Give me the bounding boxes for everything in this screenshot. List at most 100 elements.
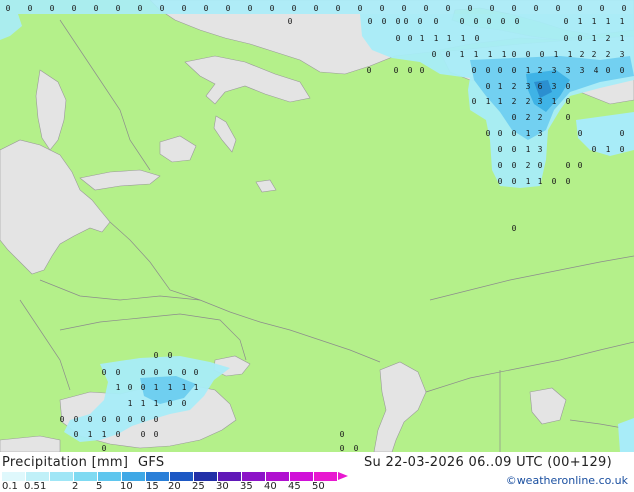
value-marker: 0 [382, 17, 387, 26]
value-marker: 3 [538, 129, 543, 138]
value-marker: 0 [358, 4, 363, 13]
value-marker: 0 [432, 50, 437, 59]
value-marker: 0 [368, 17, 373, 26]
value-marker: 0 [6, 4, 11, 13]
value-marker: 0 [367, 66, 372, 75]
value-marker: 0 [394, 66, 399, 75]
value-marker: 0 [50, 4, 55, 13]
value-marker: 0 [168, 368, 173, 377]
value-marker: 0 [204, 4, 209, 13]
value-marker: 0 [288, 17, 293, 26]
value-marker: 0 [564, 34, 569, 43]
value-marker: 0 [564, 17, 569, 26]
value-marker: 0 [88, 415, 93, 424]
value-marker: 0 [486, 129, 491, 138]
scale-label: 35 [240, 481, 253, 492]
value-marker: 0 [512, 145, 517, 154]
value-marker: 0 [600, 4, 605, 13]
value-marker: 0 [420, 66, 425, 75]
value-marker: 0 [606, 66, 611, 75]
value-marker: 0 [194, 368, 199, 377]
value-marker: 0 [487, 17, 492, 26]
value-marker: 0 [592, 145, 597, 154]
value-marker: 3 [552, 82, 557, 91]
value-marker: 0 [116, 4, 121, 13]
value-marker: 1 [194, 383, 199, 392]
scale-swatch [122, 472, 146, 481]
value-marker: 0 [336, 4, 341, 13]
value-marker: 0 [292, 4, 297, 13]
scale-label: 40 [264, 481, 277, 492]
value-marker: 1 [154, 383, 159, 392]
value-marker: 0 [620, 66, 625, 75]
value-marker: 0 [552, 177, 557, 186]
value-marker: 0 [160, 4, 165, 13]
scale-swatch [50, 472, 74, 481]
scale-label: 5 [96, 481, 103, 492]
value-marker: 0 [128, 383, 133, 392]
value-marker: 1 [486, 97, 491, 106]
value-marker: 0 [314, 4, 319, 13]
value-marker: 0 [154, 430, 159, 439]
scale-swatch [290, 472, 314, 481]
value-marker: 0 [512, 161, 517, 170]
value-marker: 3 [526, 82, 531, 91]
value-marker: 1 [620, 17, 625, 26]
value-marker: 2 [538, 113, 543, 122]
value-marker: 4 [594, 66, 599, 75]
value-marker: 3 [580, 66, 585, 75]
value-marker: 3 [538, 97, 543, 106]
value-marker: 0 [566, 97, 571, 106]
value-marker: 0 [446, 4, 451, 13]
value-marker: 1 [474, 50, 479, 59]
scale-label: 2 [72, 481, 79, 492]
value-marker: 0 [168, 351, 173, 360]
value-marker: 0 [475, 34, 480, 43]
value-marker: 0 [182, 399, 187, 408]
value-marker: 1 [526, 129, 531, 138]
value-marker: 1 [460, 50, 465, 59]
value-marker: 0 [396, 17, 401, 26]
value-marker: 2 [512, 82, 517, 91]
value-marker: 0 [226, 4, 231, 13]
value-marker: 0 [270, 4, 275, 13]
value-marker: 1 [526, 145, 531, 154]
value-marker: 1 [168, 383, 173, 392]
value-marker: 2 [592, 50, 597, 59]
value-marker: 1 [420, 34, 425, 43]
scale-swatch [74, 472, 98, 481]
value-marker: 0 [578, 129, 583, 138]
value-marker: 0 [526, 50, 531, 59]
value-marker: 1 [434, 34, 439, 43]
scale-swatch [170, 472, 194, 481]
value-marker: 0 [566, 82, 571, 91]
value-marker: 0 [566, 113, 571, 122]
value-marker: 0 [578, 161, 583, 170]
value-marker: 0 [74, 430, 79, 439]
value-marker: 0 [486, 82, 491, 91]
value-marker: 1 [498, 82, 503, 91]
credit-link[interactable]: ©weatheronline.co.uk [506, 474, 628, 487]
value-marker: 0 [168, 399, 173, 408]
value-marker: 0 [498, 177, 503, 186]
value-marker: 0 [512, 224, 517, 233]
value-marker: 2 [538, 66, 543, 75]
value-marker: 0 [490, 4, 495, 13]
value-marker: 0 [472, 97, 477, 106]
value-marker: 0 [154, 351, 159, 360]
value-marker: 0 [434, 17, 439, 26]
value-marker: 0 [556, 4, 561, 13]
value-marker: 1 [128, 399, 133, 408]
value-marker: 0 [498, 161, 503, 170]
value-marker: 0 [408, 66, 413, 75]
precipitation-map[interactable]: 0000000000000000000000000000000000000000… [0, 0, 634, 452]
value-marker: 0 [380, 4, 385, 13]
value-marker: 1 [552, 97, 557, 106]
value-marker: 0 [141, 415, 146, 424]
value-marker: 1 [502, 50, 507, 59]
value-marker: 0 [396, 34, 401, 43]
value-marker: 0 [460, 17, 465, 26]
scale-arrow [338, 472, 348, 480]
value-marker: 1 [141, 399, 146, 408]
value-marker: 0 [72, 4, 77, 13]
